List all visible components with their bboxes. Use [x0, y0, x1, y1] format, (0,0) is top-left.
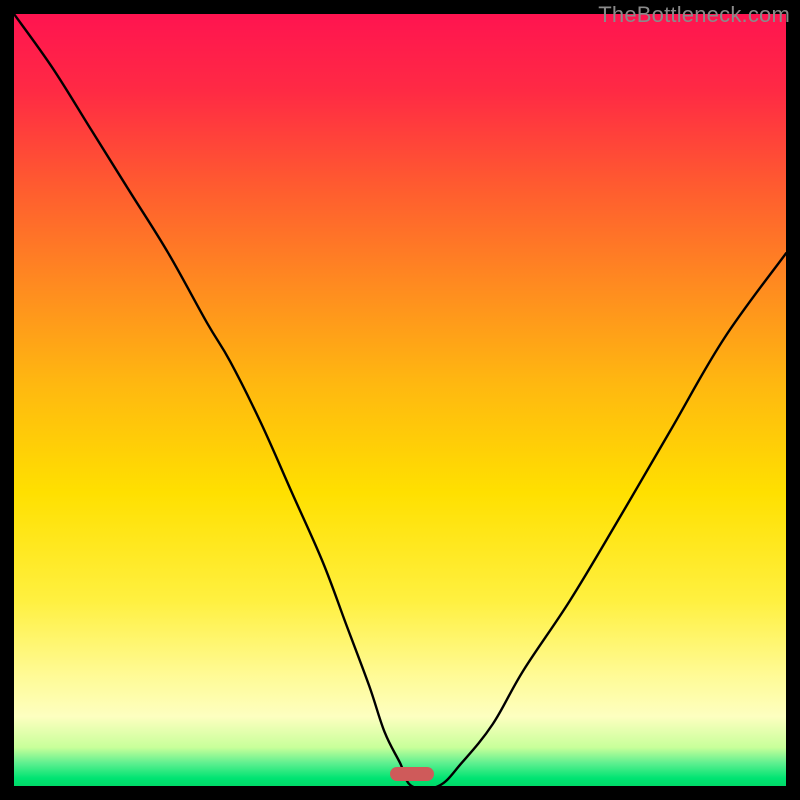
chart-frame: TheBottleneck.com: [0, 0, 800, 800]
bottleneck-marker: [390, 767, 434, 781]
watermark-text: TheBottleneck.com: [598, 2, 790, 28]
chart-plot-area: [14, 14, 786, 786]
bottleneck-curve: [14, 14, 786, 786]
